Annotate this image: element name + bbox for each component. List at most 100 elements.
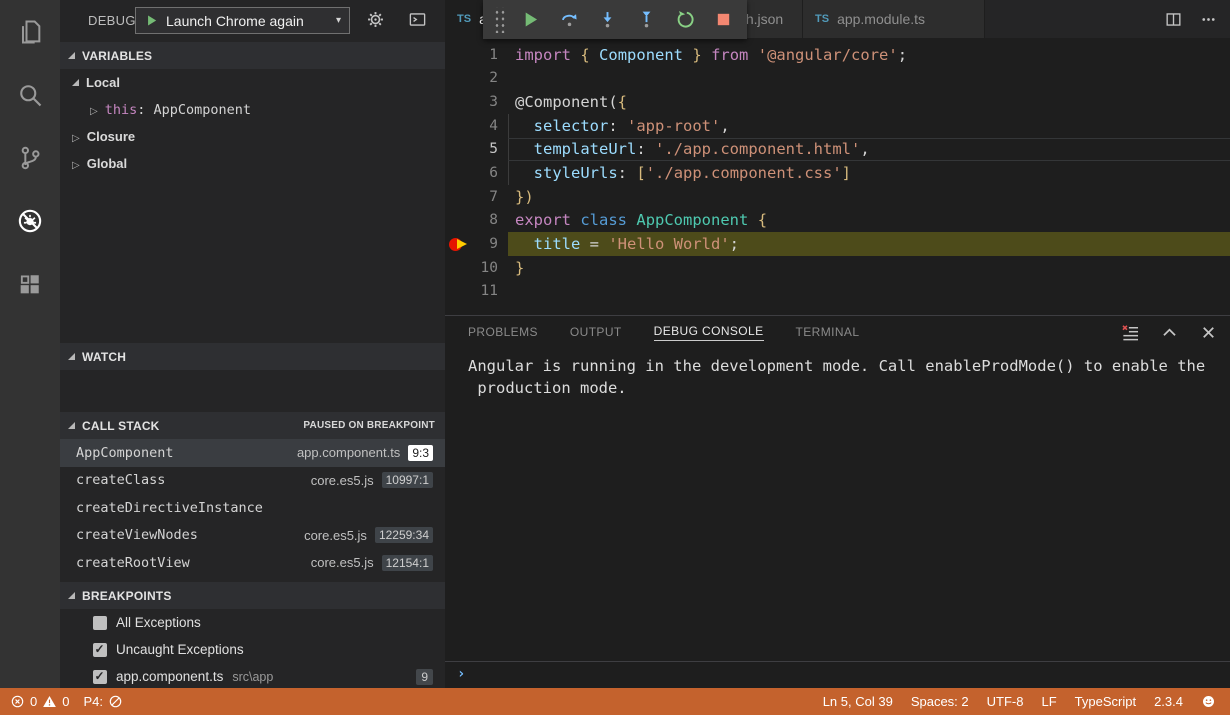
breakpoint-row[interactable]: Uncaught Exceptions (60, 636, 445, 663)
line-number-gutter[interactable]: 5 (445, 141, 508, 157)
restart-button[interactable] (672, 6, 698, 34)
code-line: 5 templateUrl: './app.component.html', (445, 138, 1230, 162)
toolbar-drag-handle[interactable] (493, 7, 505, 33)
perforce-status[interactable]: P4: (83, 694, 123, 709)
debug-console-input[interactable]: › (445, 661, 1230, 686)
breakpoints-section: BREAKPOINTS All ExceptionsUncaught Excep… (60, 582, 445, 688)
call-stack-frame[interactable]: createClasscore.es5.js10997:1 (60, 467, 445, 495)
feedback-smiley-icon[interactable] (1201, 694, 1216, 709)
stop-button[interactable] (711, 6, 737, 34)
line-number-gutter[interactable]: 9 (445, 236, 508, 252)
line-number-gutter[interactable]: 2 (445, 70, 508, 86)
debug-sidebar-toolbar: DEBUG Launch Chrome again ▾ (60, 0, 445, 40)
watch-section-header[interactable]: WATCH (60, 343, 445, 370)
language-status[interactable]: TypeScript (1075, 694, 1136, 709)
panel-tab-output[interactable]: OUTPUT (570, 325, 622, 341)
line-number-gutter[interactable]: 1 (445, 47, 508, 63)
error-warning-status[interactable]: 0 0 (10, 694, 69, 709)
call-stack-frame[interactable]: AppComponentapp.component.ts9:3 (60, 439, 445, 467)
code-line-content (508, 280, 1230, 304)
variables-scope-row[interactable]: Local (60, 69, 445, 96)
line-number-gutter[interactable]: 11 (445, 283, 508, 299)
line-number: 11 (481, 283, 498, 299)
panel-tab-problems[interactable]: PROBLEMS (468, 325, 538, 341)
breakpoints-section-header[interactable]: BREAKPOINTS (60, 582, 445, 609)
code-line: 1import { Component } from '@angular/cor… (445, 43, 1230, 67)
split-editor-icon[interactable] (1164, 10, 1183, 29)
variable-value: AppComponent (153, 102, 251, 118)
editor-tab-app.module.ts[interactable]: TSapp.module.ts (803, 0, 985, 38)
close-panel-icon[interactable] (1199, 323, 1218, 342)
code-token (515, 117, 534, 135)
breakpoint-row[interactable]: All Exceptions (60, 609, 445, 636)
watch-section: WATCH (60, 343, 445, 370)
eol-status[interactable]: LF (1041, 694, 1056, 709)
open-debug-console-icon[interactable] (408, 10, 427, 29)
code-line-content: styleUrls: ['./app.component.css'] (508, 161, 1230, 185)
scope-label: Closure (87, 129, 135, 144)
breakpoint-checkbox[interactable] (93, 616, 107, 630)
restart-icon (675, 9, 696, 30)
line-number: 4 (489, 118, 498, 134)
breakpoint-checkbox[interactable] (93, 670, 107, 684)
code-token: selector (534, 117, 609, 135)
scope-label: Global (87, 156, 127, 171)
breakpoint-row[interactable]: app.component.tssrc\app9 (60, 663, 445, 690)
call-stack-section-header[interactable]: CALL STACK PAUSED ON BREAKPOINT (60, 412, 445, 439)
line-number-gutter[interactable]: 3 (445, 94, 508, 110)
breakpoint-checkbox[interactable] (93, 643, 107, 657)
step-over-button[interactable] (556, 6, 582, 34)
typescript-version-status[interactable]: 2.3.4 (1154, 694, 1183, 709)
line-number-gutter[interactable]: 8 (445, 212, 508, 228)
line-number-gutter[interactable]: 7 (445, 189, 508, 205)
line-number-gutter[interactable]: 4 (445, 118, 508, 134)
indentation-status[interactable]: Spaces: 2 (911, 694, 969, 709)
debug-config-label: Launch Chrome again (166, 13, 329, 29)
variables-scope-row[interactable]: Closure (60, 123, 445, 150)
more-actions-icon[interactable] (1199, 10, 1218, 29)
activity-bar-item-files-icon[interactable] (0, 0, 60, 63)
variable-row[interactable]: this: AppComponent (60, 96, 445, 123)
variables-scope-row[interactable]: Global (60, 150, 445, 177)
panel-tab-debug-console[interactable]: DEBUG CONSOLE (654, 324, 764, 341)
activity-bar-item-search-icon[interactable] (0, 63, 60, 126)
line-number-gutter[interactable]: 6 (445, 165, 508, 181)
call-stack-frame[interactable]: createDirectiveInstance (60, 494, 445, 522)
call-stack-frame[interactable]: createViewNodescore.es5.js12259:34 (60, 522, 445, 550)
activity-bar-item-debug-icon[interactable] (0, 189, 60, 252)
code-token: templateUrl (534, 140, 637, 158)
cursor-position-status[interactable]: Ln 5, Col 39 (823, 694, 893, 709)
code-line-content: export class AppComponent { (508, 209, 1230, 233)
maximize-panel-icon[interactable] (1160, 323, 1179, 342)
debug-config-dropdown[interactable]: Launch Chrome again ▾ (135, 7, 350, 34)
editor-pane: TSapp.component.ts{}launch.jsonTSapp.mod… (445, 0, 1230, 688)
code-token (702, 46, 711, 64)
panel-tab-terminal[interactable]: TERMINAL (796, 325, 860, 341)
code-token: , (860, 140, 869, 158)
frame-file: core.es5.js (304, 528, 367, 543)
step-into-button[interactable] (595, 6, 621, 34)
start-debugging-icon[interactable] (144, 13, 159, 28)
encoding-status[interactable]: UTF-8 (987, 694, 1024, 709)
code-token (748, 46, 757, 64)
line-number: 2 (489, 70, 498, 86)
variables-rows: Localthis: AppComponent Closure Global (60, 69, 445, 177)
source-control-icon (16, 144, 44, 172)
activity-bar-item-source-control-icon[interactable] (0, 126, 60, 189)
warning-count: 0 (62, 694, 69, 709)
clear-console-icon[interactable] (1121, 323, 1140, 342)
line-number-gutter[interactable]: 10 (445, 260, 508, 276)
variables-section-header[interactable]: VARIABLES (60, 42, 445, 69)
paused-arrow-icon (457, 239, 467, 249)
step-out-button[interactable] (634, 6, 660, 34)
code-editor[interactable]: 1import { Component } from '@angular/cor… (445, 38, 1230, 315)
line-number: 6 (489, 165, 498, 181)
frame-line-badge: 12259:34 (375, 527, 433, 543)
code-token (748, 211, 757, 229)
call-stack-frame[interactable]: createRootViewcore.es5.js12154:1 (60, 549, 445, 577)
continue-button[interactable] (518, 6, 544, 34)
code-line: 9 title = 'Hello World'; (445, 232, 1230, 256)
activity-bar-item-extensions-icon[interactable] (0, 252, 60, 315)
line-number: 9 (489, 236, 498, 252)
gear-icon[interactable] (366, 10, 385, 29)
